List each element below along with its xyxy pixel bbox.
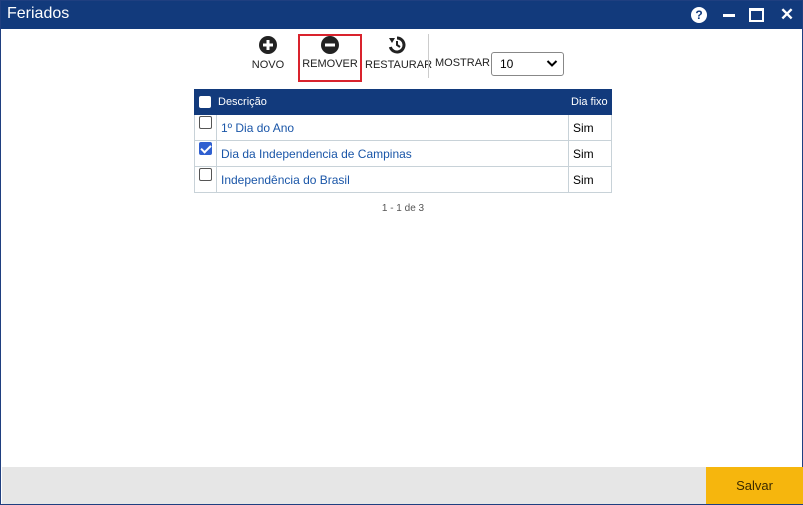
row-checkbox[interactable]: [199, 168, 212, 181]
column-divider: [568, 141, 569, 166]
restore-icon: [388, 36, 406, 54]
column-divider: [568, 115, 569, 140]
column-divider: [216, 141, 217, 166]
row-checkbox[interactable]: [199, 142, 212, 155]
table-header: Descrição Dia fixo: [194, 89, 612, 115]
column-divider: [216, 167, 217, 192]
maximize-icon[interactable]: [748, 6, 766, 24]
plus-circle-icon: [259, 36, 277, 54]
feriados-window: Feriados ? ✕ NOVO REMOVER RESTAURAR MOST…: [0, 0, 803, 505]
row-descricao[interactable]: 1º Dia do Ano: [221, 121, 294, 135]
toolbar-divider: [428, 34, 429, 78]
table-row[interactable]: Dia da Independencia de Campinas Sim: [194, 141, 612, 167]
close-icon[interactable]: ✕: [778, 6, 796, 24]
footer-bar: [2, 467, 706, 504]
row-dia-fixo: Sim: [573, 173, 594, 187]
restaurar-label: RESTAURAR: [365, 59, 433, 71]
remover-button[interactable]: REMOVER: [298, 34, 362, 82]
chevron-down-icon: [546, 60, 558, 67]
column-divider: [216, 115, 217, 140]
minus-circle-icon: [321, 36, 339, 54]
row-dia-fixo: Sim: [573, 121, 594, 135]
page-size-select[interactable]: 10: [491, 52, 564, 76]
help-icon[interactable]: ?: [691, 7, 707, 23]
select-all-checkbox[interactable]: [199, 96, 211, 108]
table-row[interactable]: Independência do Brasil Sim: [194, 167, 612, 193]
column-divider: [568, 167, 569, 192]
novo-label: NOVO: [251, 59, 285, 71]
window-title: Feriados: [7, 5, 70, 22]
remover-label: REMOVER: [302, 58, 358, 70]
page-size-value: 10: [500, 57, 514, 71]
row-descricao[interactable]: Independência do Brasil: [221, 173, 350, 187]
table-row[interactable]: 1º Dia do Ano Sim: [194, 115, 612, 141]
title-bar: Feriados ? ✕: [1, 1, 802, 29]
save-button[interactable]: Salvar: [706, 467, 803, 504]
pagination-info: 1 - 1 de 3: [381, 203, 425, 214]
row-descricao[interactable]: Dia da Independencia de Campinas: [221, 147, 412, 161]
restaurar-button[interactable]: RESTAURAR: [365, 34, 433, 82]
row-dia-fixo: Sim: [573, 147, 594, 161]
header-dia-fixo[interactable]: Dia fixo: [571, 89, 608, 115]
header-descricao[interactable]: Descrição: [218, 89, 267, 115]
minimize-icon[interactable]: [721, 6, 739, 24]
mostrar-label: MOSTRAR:: [435, 57, 494, 69]
row-checkbox[interactable]: [199, 116, 212, 129]
novo-button[interactable]: NOVO: [247, 34, 289, 82]
